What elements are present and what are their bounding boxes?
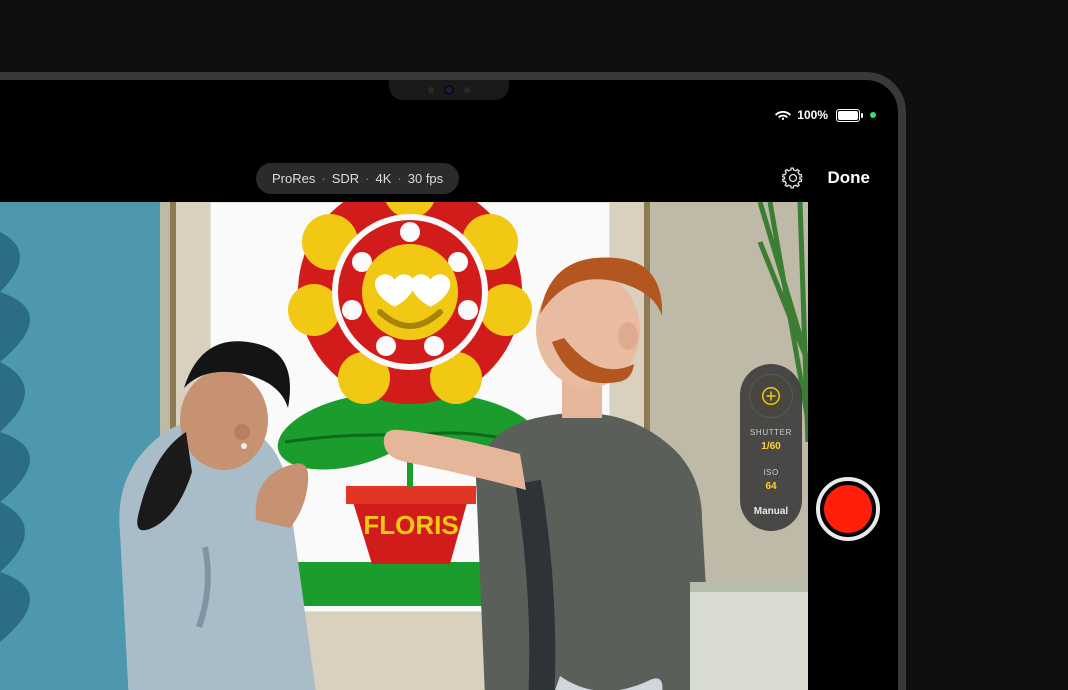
wifi-icon (775, 109, 791, 121)
recording-indicator-dot (870, 112, 876, 118)
exposure-panel[interactable]: SHUTTER 1/60 ISO 64 Manual (740, 364, 802, 531)
viewfinder[interactable]: FLORIS (0, 202, 808, 690)
done-button[interactable]: Done (828, 168, 871, 188)
iso-value[interactable]: 64 (765, 481, 776, 492)
scene-illustration: FLORIS (0, 202, 808, 690)
gear-icon (782, 167, 804, 189)
record-dot-icon (824, 485, 872, 533)
top-toolbar: ProRes · SDR · 4K · 30 fps Done (0, 158, 898, 198)
exposure-icon (760, 385, 782, 407)
format-resolution: 4K (376, 171, 392, 186)
status-bar: 100% (775, 108, 876, 122)
record-button[interactable] (816, 477, 880, 541)
shutter-value[interactable]: 1/60 (761, 441, 780, 452)
format-framerate: 30 fps (408, 171, 443, 186)
battery-percent: 100% (797, 108, 828, 122)
battery-icon (836, 109, 860, 122)
ipad-frame: 100% ProRes · SDR · 4K · 30 fps Done (0, 72, 906, 690)
shutter-label: SHUTTER (750, 428, 792, 437)
exposure-mode[interactable]: Manual (754, 506, 788, 517)
format-codec: ProRes (272, 171, 315, 186)
ev-dial[interactable] (749, 374, 793, 418)
camera-notch (389, 80, 509, 100)
format-dynamic-range: SDR (332, 171, 359, 186)
poster-text: FLORIS (363, 510, 458, 540)
capture-controls-strip (808, 202, 898, 690)
settings-button[interactable] (780, 165, 806, 191)
format-selector[interactable]: ProRes · SDR · 4K · 30 fps (256, 163, 459, 194)
iso-label: ISO (763, 468, 779, 477)
